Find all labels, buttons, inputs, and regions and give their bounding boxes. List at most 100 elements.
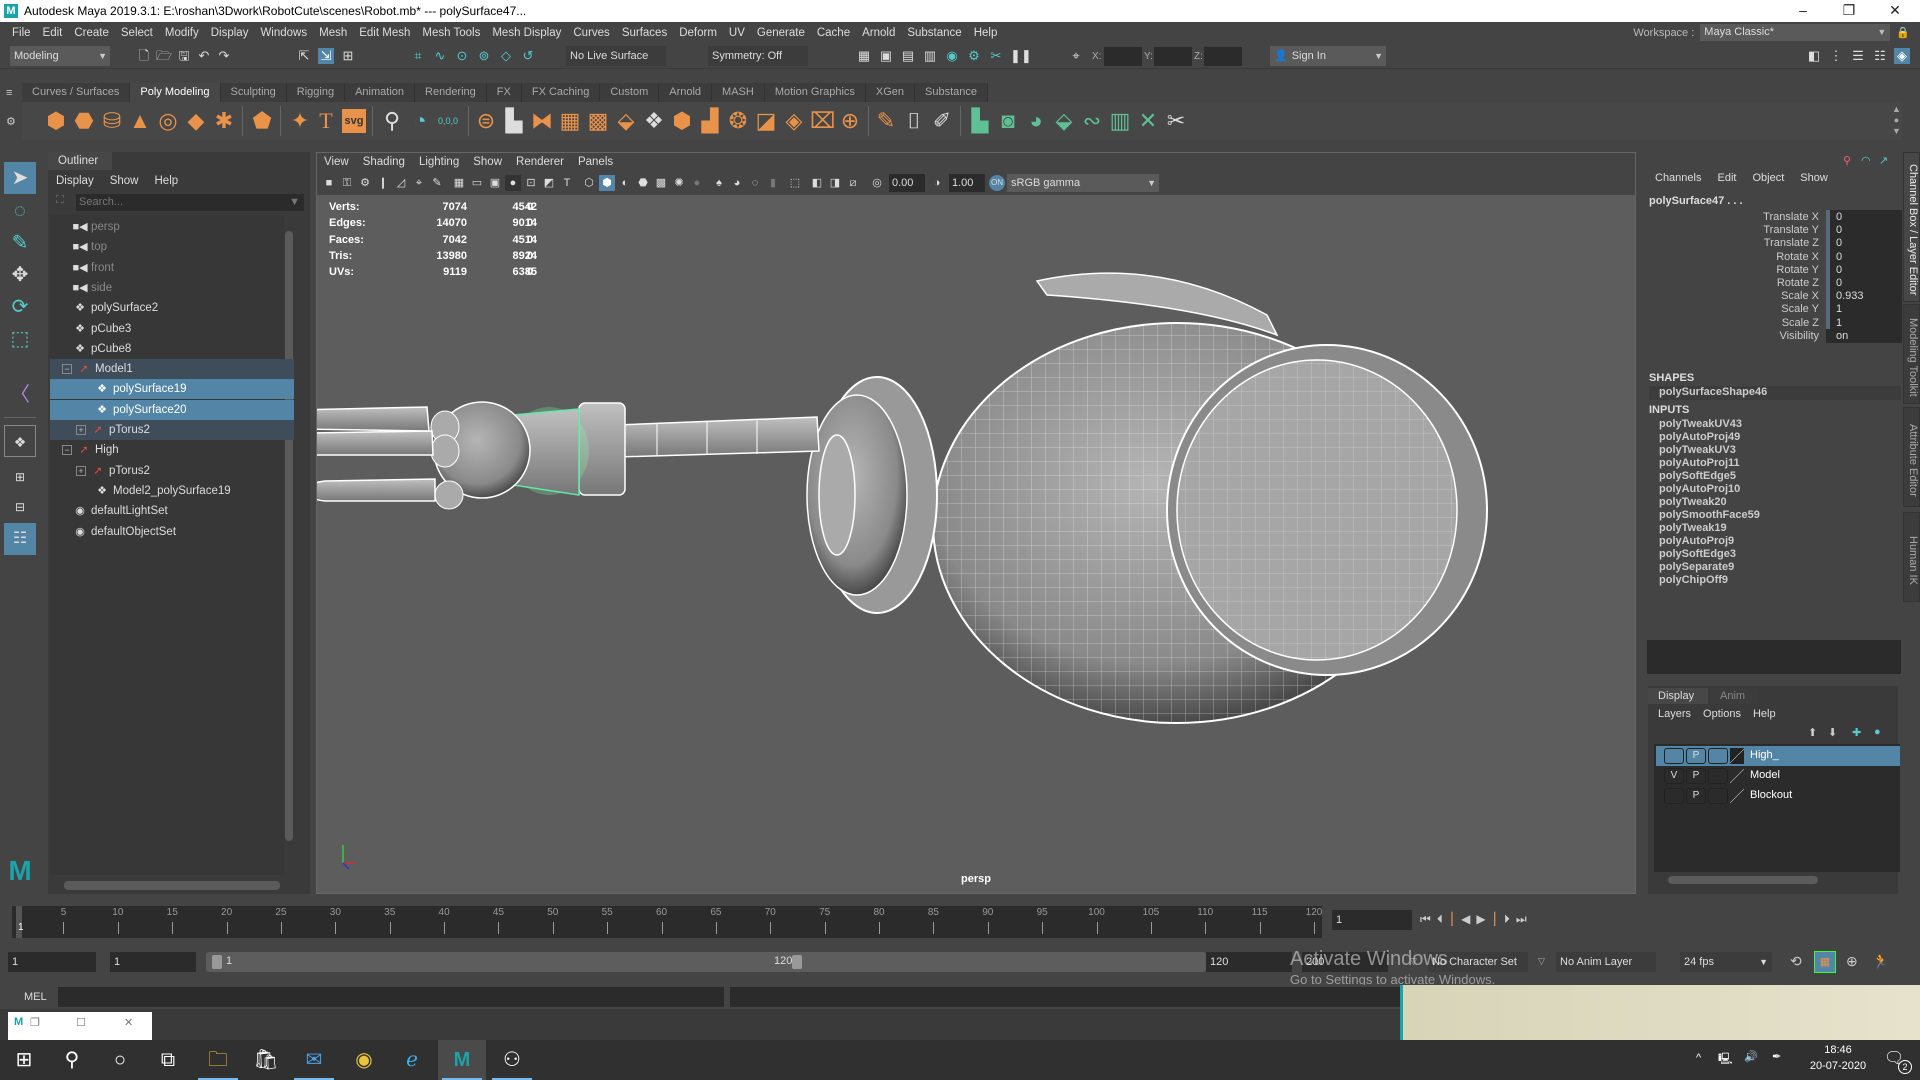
timeline-bar[interactable]: 1 5 10 15 20 25 30 35 40 45 50 55 60 65 70 75 80 85 90 95 1… [12, 906, 1322, 938]
motion-blur-icon[interactable]: ◕ [729, 175, 745, 191]
snap-point-icon[interactable]: ⊙ [454, 48, 470, 64]
play-forwards-icon[interactable]: ▶ [1476, 912, 1485, 927]
outliner-item[interactable]: ❖ polySurface20 [50, 399, 294, 420]
input-node[interactable]: polyTweak19 [1659, 522, 1727, 534]
range-start-handle[interactable] [212, 955, 222, 969]
expand-icon[interactable]: ↗ [1879, 154, 1888, 167]
viewport-menu-renderer[interactable]: Renderer [509, 153, 571, 171]
shelf-tab-fx-caching[interactable]: FX Caching [521, 83, 601, 102]
separate-pivot-icon[interactable]: ⚲ [380, 109, 404, 133]
snap-view-icon[interactable]: ⊚ [476, 48, 492, 64]
soft-mod-icon[interactable]: 〈 [4, 379, 36, 411]
side-tab-modeling-toolkit[interactable]: Modeling Toolkit [1903, 304, 1920, 404]
play-backwards-icon[interactable]: ◀ [1461, 912, 1470, 927]
textured-icon[interactable]: ▩ [653, 175, 669, 191]
target-weld-icon[interactable]: ❂ [726, 109, 750, 133]
snap-live-icon[interactable]: ↺ [520, 48, 536, 64]
new-layer-icon[interactable]: ✚ [1852, 726, 1861, 739]
playback-toggle[interactable]: P [1686, 748, 1706, 764]
mel-input[interactable] [58, 987, 724, 1007]
menu-select[interactable]: Select [115, 27, 159, 39]
depth-of-field-icon[interactable]: ▮ [765, 175, 781, 191]
go-to-start-icon[interactable]: ⏮ [1420, 912, 1431, 927]
ipr-render-icon[interactable]: ▤ [900, 48, 916, 64]
display-type-toggle[interactable] [1708, 748, 1728, 764]
input-node[interactable]: polyAutoProj9 [1659, 535, 1734, 547]
unfold-icon[interactable]: ∾ [1080, 109, 1104, 133]
new-layer-selected-icon[interactable]: ● [1874, 726, 1881, 738]
go-to-end-icon[interactable]: ⏭ [1516, 912, 1527, 927]
outliner-item[interactable]: ■◀ side [50, 278, 294, 298]
viewport-menu-shading[interactable]: Shading [356, 153, 412, 171]
menu-display[interactable]: Display [205, 27, 255, 39]
channel-value-input[interactable]: on [1826, 328, 1902, 343]
input-node[interactable]: polyTweakUV3 [1659, 444, 1736, 456]
cut-sew-icon[interactable]: ✕ [1136, 109, 1160, 133]
input-node[interactable]: polySoftEdge3 [1659, 548, 1736, 560]
single-perspective-layout-icon[interactable]: ❖ [4, 425, 36, 457]
layer-color-swatch[interactable] [1730, 748, 1744, 764]
file-explorer-icon[interactable]: 🗀 [194, 1040, 242, 1080]
merge-icon[interactable]: ▟ [698, 109, 722, 133]
shelf-settings-icon[interactable]: ⚙ [6, 115, 16, 128]
poly-torus-icon[interactable]: ◎ [156, 109, 180, 133]
grid-icon[interactable]: ▦ [451, 175, 467, 191]
layer-color-swatch[interactable] [1730, 788, 1744, 804]
persp-outliner-layout-icon[interactable]: ⊟ [4, 491, 36, 523]
xray-joints-icon[interactable]: ⧄ [845, 175, 861, 191]
input-node[interactable]: polyTweak20 [1659, 496, 1727, 508]
current-frame-input[interactable]: 1 [1332, 910, 1412, 930]
move-tool-icon[interactable]: ✥ [4, 259, 36, 291]
pen-icon[interactable]: ✒ [1772, 1050, 1781, 1063]
outliner-hscrollbar[interactable] [50, 879, 294, 891]
loop-icon[interactable]: ⟲ [1790, 953, 1802, 970]
four-view-layout-icon[interactable]: ⊞ [4, 461, 36, 493]
use-all-lights-icon[interactable]: ✺ [671, 175, 687, 191]
cache-playback-icon[interactable]: ▦ [1814, 951, 1836, 973]
poly-plane-icon[interactable]: ◆ [184, 109, 208, 133]
snap-surface-icon[interactable]: ◇ [498, 48, 514, 64]
menu-modify[interactable]: Modify [159, 27, 205, 39]
input-node[interactable]: polyChipOff9 [1659, 574, 1728, 586]
step-back-frame-icon[interactable]: ⏴ [1437, 912, 1443, 927]
x-input[interactable] [1104, 47, 1142, 66]
menu-generate[interactable]: Generate [751, 27, 811, 39]
automatic-map-icon[interactable]: ⬙ [1052, 109, 1076, 133]
expand-icon[interactable]: + [76, 424, 86, 435]
gamma-input[interactable]: 1.00 [949, 174, 985, 192]
channel-box-toggle-icon[interactable]: ◈ [1894, 48, 1910, 64]
lock-camera-icon[interactable]: ⚿ [339, 175, 355, 191]
reduce-icon[interactable]: ▩ [586, 109, 610, 133]
robot-model[interactable] [317, 195, 1635, 893]
scene-start-input[interactable]: 1 [8, 952, 96, 972]
poly-cylinder-icon[interactable]: ⛁ [100, 109, 124, 133]
bevel-icon[interactable]: ⬢ [670, 109, 694, 133]
menu-mesh[interactable]: Mesh [313, 27, 353, 39]
resolution-gate-icon[interactable]: ▣ [487, 175, 503, 191]
gamma-icon[interactable]: ◑ [929, 175, 945, 191]
shadows-icon[interactable]: ● [689, 175, 705, 191]
poly-sphere-icon[interactable]: ⬢ [44, 109, 68, 133]
outliner-item[interactable]: − ➚ High [50, 440, 294, 460]
wireframe-icon[interactable]: ⬡ [581, 175, 597, 191]
side-tab-attribute-editor[interactable]: Attribute Editor [1903, 407, 1920, 507]
gate-mask-icon[interactable]: ● [505, 175, 521, 191]
menu-windows[interactable]: Windows [254, 27, 313, 39]
mel-label[interactable]: MEL [24, 991, 47, 1003]
shelf-tab-curves-surfaces[interactable]: Curves / Surfaces [22, 83, 131, 102]
lasso-tool-icon[interactable]: ◌ [4, 195, 36, 227]
shelf-tab-substance[interactable]: Substance [915, 83, 989, 102]
step-back-key-icon[interactable]: ⎮ [1449, 912, 1455, 927]
input-node[interactable]: polySoftEdge5 [1659, 470, 1736, 482]
render-current-icon[interactable]: ▥ [922, 48, 938, 64]
playback-end-input[interactable]: 120 [1206, 952, 1292, 972]
maximize-button[interactable]: ❐ [1826, 0, 1872, 22]
menu-substance[interactable]: Substance [901, 27, 967, 39]
outliner-item[interactable]: ❖ pCube3 [50, 319, 294, 339]
restore-icon[interactable]: ❐ [30, 1016, 40, 1029]
quad-draw-icon[interactable]: ✎ [874, 109, 898, 133]
anim-layer-arrow-icon[interactable]: ▽ [1538, 956, 1545, 967]
smooth-icon[interactable]: ▦ [558, 109, 582, 133]
attribute-editor-icon[interactable]: ⋮ [1828, 48, 1844, 64]
layer-hscrollbar[interactable] [1654, 874, 1900, 886]
